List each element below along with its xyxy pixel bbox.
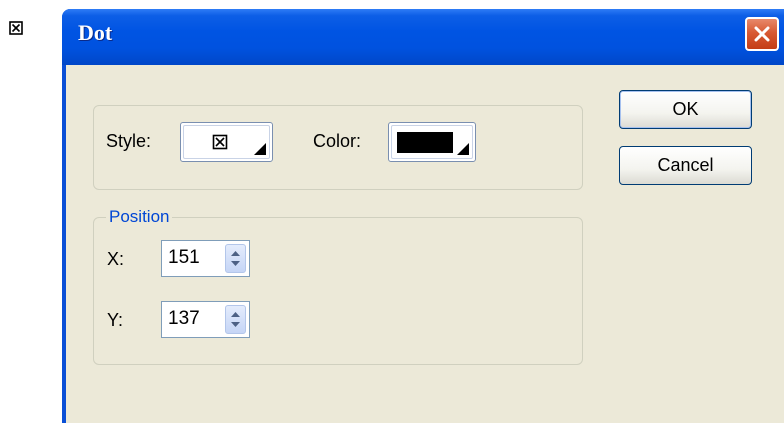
y-label: Y: — [107, 310, 124, 330]
color-label: Color: — [313, 131, 362, 151]
color-picker[interactable] — [388, 122, 476, 162]
dialog-title: Dot — [78, 20, 113, 45]
close-icon — [754, 26, 770, 42]
y-value[interactable]: 137 — [168, 308, 200, 330]
dialog-body: Style: Color: Position X: 151 Y: 137 OK … — [66, 65, 784, 423]
up-down-arrows-icon — [231, 251, 240, 266]
style-picker[interactable] — [180, 122, 273, 162]
cancel-button[interactable]: Cancel — [619, 146, 752, 185]
up-down-arrows-icon — [231, 312, 240, 327]
boxed-x-icon[interactable] — [9, 21, 23, 35]
style-label: Style: — [106, 131, 152, 151]
position-legend: Position — [106, 207, 173, 227]
color-swatch — [397, 132, 453, 153]
x-value[interactable]: 151 — [168, 247, 200, 269]
screen: Dot Style: Color: Position X: 151 Y: 137… — [0, 0, 784, 423]
dropdown-corner-icon — [254, 143, 266, 155]
y-spin-buttons[interactable] — [225, 305, 246, 334]
x-label: X: — [107, 249, 125, 269]
y-spinbox[interactable]: 137 — [161, 301, 250, 338]
x-spinbox[interactable]: 151 — [161, 240, 250, 277]
dot-dialog: Dot Style: Color: Position X: 151 Y: 137… — [62, 9, 784, 423]
boxed-x-icon — [212, 134, 228, 150]
x-spin-buttons[interactable] — [225, 244, 246, 273]
dropdown-corner-icon — [457, 143, 469, 155]
title-bar[interactable]: Dot — [62, 9, 784, 65]
close-button[interactable] — [745, 17, 779, 51]
ok-button[interactable]: OK — [619, 90, 752, 129]
